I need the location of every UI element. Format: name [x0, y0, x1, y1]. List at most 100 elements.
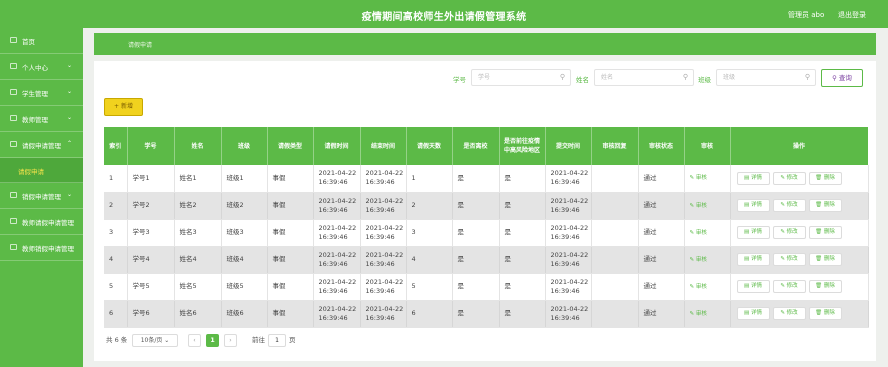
- cell-submit: 2021-04-22 16:39:46: [545, 192, 592, 220]
- delete-button[interactable]: 🗑 删除: [808, 226, 842, 239]
- audit-link[interactable]: ✎ 审核: [690, 203, 707, 209]
- cell-start: 2021-04-22 16:39:46: [313, 273, 361, 301]
- sidebar-item[interactable]: 首页: [0, 28, 83, 54]
- cell-type: 事假: [267, 192, 314, 220]
- trash-icon: 🗑: [815, 283, 824, 289]
- delete-button[interactable]: 🗑 删除: [808, 253, 842, 266]
- cell-audit: ✎ 审核: [684, 273, 731, 301]
- sidebar-item[interactable]: 教师管理 ⌄: [0, 106, 83, 132]
- audit-link[interactable]: ✎ 审核: [690, 175, 707, 181]
- audit-link[interactable]: ✎ 审核: [690, 257, 707, 263]
- next-page-button[interactable]: ›: [224, 334, 237, 347]
- page-size-select[interactable]: 10条/页 ⌄: [132, 334, 178, 347]
- detail-button[interactable]: ▤ 详情: [736, 280, 770, 293]
- detail-button[interactable]: ▤ 详情: [736, 307, 770, 320]
- sidebar-item[interactable]: 请假申请管理 ⌃: [0, 132, 83, 158]
- cell-student-no: 学号5: [127, 273, 175, 301]
- detail-label: 详情: [750, 283, 762, 289]
- detail-label: 详情: [750, 310, 762, 316]
- cell-name: 姓名6: [174, 300, 222, 328]
- cell-days: 2: [406, 192, 453, 220]
- detail-button[interactable]: ▤ 详情: [736, 199, 770, 212]
- cell-status: 通过: [638, 192, 685, 220]
- edit-button[interactable]: ✎ 修改: [772, 226, 806, 239]
- edit-button[interactable]: ✎ 修改: [772, 171, 806, 185]
- cell-days: 3: [406, 219, 453, 247]
- delete-button[interactable]: 🗑 删除: [808, 307, 842, 320]
- sidebar: 首页 个人中心 ⌄ 学生管理 ⌄ 教师管理 ⌄ 请假申请管理 ⌃ 请假申请 销假申请管理 ⌄ 教师请假申…: [0, 28, 83, 367]
- sidebar-item[interactable]: 教师销假申请管理: [0, 235, 83, 261]
- table-row: 2 学号2 姓名2 班级2 事假 2021-04-22 16:39:46 2021-04-2…: [104, 192, 869, 220]
- cell-risk-area: 是: [499, 273, 546, 301]
- detail-button[interactable]: ▤ 详情: [736, 253, 770, 266]
- goto-page-input[interactable]: 1: [268, 334, 286, 347]
- detail-button[interactable]: ▤ 详情: [736, 226, 770, 239]
- cell-actions: ▤ 详情 ✎ 修改 🗑 删除: [730, 246, 869, 274]
- document-icon: ▤: [744, 174, 751, 181]
- delete-button[interactable]: 🗑 删除: [808, 199, 842, 212]
- prev-page-button[interactable]: ‹: [188, 334, 201, 347]
- cell-reply: [591, 192, 639, 220]
- chevron-up-icon: ⌃: [67, 140, 73, 147]
- column-header: 审核回复: [591, 127, 639, 165]
- column-header: 索引: [104, 127, 128, 165]
- logout-link[interactable]: 退出登录: [838, 10, 866, 20]
- document-icon: ▤: [744, 229, 751, 235]
- query-button-label: 查询: [838, 74, 852, 82]
- cell-class: 班级6: [221, 300, 268, 328]
- cell-submit: 2021-04-22 16:39:46: [545, 246, 592, 274]
- edit-label: 修改: [786, 283, 798, 289]
- add-button[interactable]: + 新增: [104, 98, 143, 116]
- column-header: 请假时间: [313, 127, 361, 165]
- user-icon: [10, 63, 17, 69]
- column-header: 学号: [127, 127, 175, 165]
- column-header: 结束时间: [360, 127, 407, 165]
- cell-type: 事假: [267, 219, 314, 247]
- cell-end: 2021-04-22 16:39:46: [360, 273, 407, 301]
- audit-link[interactable]: ✎ 审核: [690, 284, 707, 290]
- cell-reply: [591, 219, 639, 247]
- audit-link[interactable]: ✎ 审核: [690, 311, 707, 317]
- audit-link[interactable]: ✎ 审核: [690, 230, 707, 236]
- cell-submit: 2021-04-22 16:39:46: [545, 273, 592, 301]
- sidebar-item[interactable]: 教师请假申请管理: [0, 209, 83, 235]
- column-header: 审核状态: [638, 127, 685, 165]
- student-no-input[interactable]: 学号 ⚲: [471, 69, 571, 86]
- edit-button[interactable]: ✎ 修改: [772, 280, 806, 293]
- cell-name: 姓名1: [174, 165, 222, 193]
- edit-button[interactable]: ✎ 修改: [772, 253, 806, 266]
- cell-type: 事假: [267, 165, 314, 193]
- trash-icon: 🗑: [815, 202, 824, 208]
- cell-submit: 2021-04-22 16:39:46: [545, 165, 592, 193]
- name-input[interactable]: 姓名 ⚲: [594, 69, 694, 86]
- class-input[interactable]: 班级 ⚲: [716, 69, 816, 86]
- table-row: 5 学号5 姓名5 班级5 事假 2021-04-22 16:39:46 2021-04-2…: [104, 273, 869, 301]
- leave-request-table: 索引 学号 姓名 班级 请假类型 请假时间 结束时间 请假天数 是否离校 是否前往疫情中高风险地区…: [104, 127, 869, 328]
- student-icon: [10, 89, 17, 95]
- home-icon: [10, 37, 17, 43]
- search-icon: ⚲: [804, 73, 810, 81]
- audit-label: 审核: [695, 256, 707, 263]
- sidebar-item[interactable]: 学生管理 ⌄: [0, 80, 83, 106]
- sidebar-item[interactable]: 请假申请: [0, 158, 83, 183]
- cell-audit: ✎ 审核: [684, 219, 731, 247]
- detail-button[interactable]: ▤ 详情: [736, 171, 770, 185]
- cell-reply: [591, 165, 639, 193]
- sidebar-item[interactable]: 个人中心 ⌄: [0, 54, 83, 80]
- delete-button[interactable]: 🗑 删除: [808, 280, 842, 293]
- cell-leave-school: 是: [452, 192, 500, 220]
- cell-end: 2021-04-22 16:39:46: [360, 192, 407, 220]
- cell-index: 4: [104, 246, 128, 274]
- sidebar-item[interactable]: 销假申请管理 ⌄: [0, 183, 83, 209]
- edit-button[interactable]: ✎ 修改: [772, 199, 806, 212]
- audit-label: 审核: [695, 310, 707, 317]
- page-size-value: 10条/页: [140, 337, 163, 344]
- table-row: 3 学号3 姓名3 班级3 事假 2021-04-22 16:39:46 2021-04-2…: [104, 219, 869, 247]
- edit-button[interactable]: ✎ 修改: [772, 307, 806, 320]
- query-button[interactable]: ⚲ 查询: [821, 69, 863, 87]
- cell-actions: ▤ 详情 ✎ 修改 🗑 删除: [730, 192, 869, 220]
- delete-button[interactable]: 🗑 删除: [808, 171, 842, 185]
- class-placeholder: 班级: [723, 74, 736, 81]
- chevron-down-icon: ⌄: [164, 337, 170, 344]
- current-page-button[interactable]: 1: [206, 334, 219, 347]
